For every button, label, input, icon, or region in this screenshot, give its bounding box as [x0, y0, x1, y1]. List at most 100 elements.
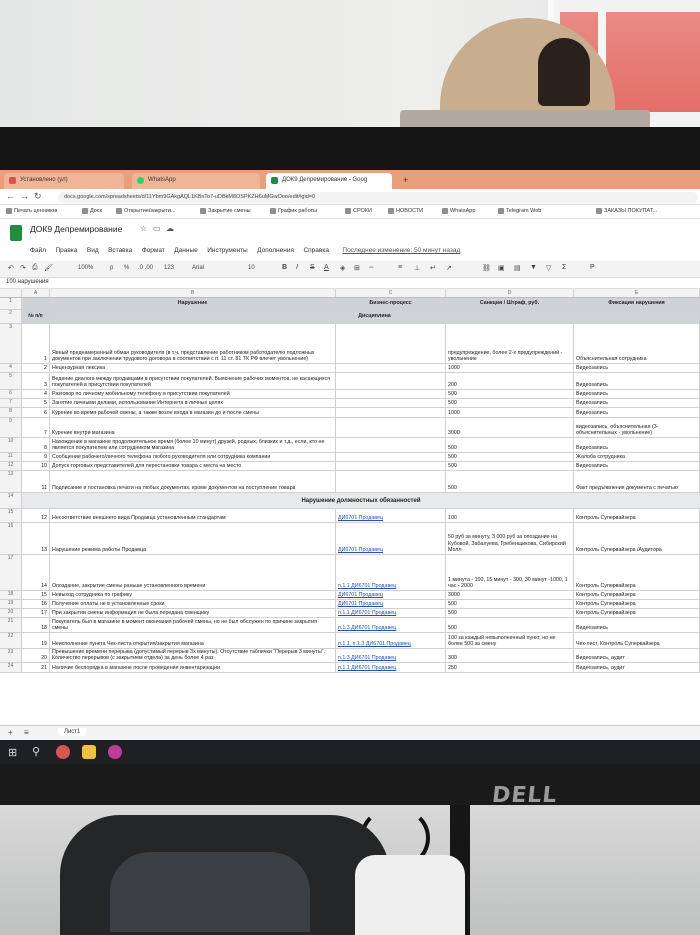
row-number[interactable]: 24 [0, 663, 22, 672]
number-cell[interactable]: 2 [22, 364, 50, 372]
process-cell[interactable] [336, 418, 446, 437]
chrome-icon[interactable] [56, 745, 70, 759]
violation-cell[interactable]: Покупатель был в магазине в момент оконч… [50, 618, 336, 632]
fixation-cell[interactable]: Контроль Супервайзера [574, 591, 700, 599]
number-cell[interactable]: 1 [22, 324, 50, 363]
formula-content[interactable]: 100 нарушения [6, 279, 49, 285]
number-cell[interactable]: 17 [22, 609, 50, 617]
sanction-cell[interactable]: 500 [446, 390, 574, 398]
process-cell[interactable] [336, 324, 446, 363]
menu-format[interactable]: Формат [142, 247, 165, 254]
percent-button[interactable]: % [124, 265, 129, 271]
sanction-cell[interactable]: 3000 [446, 418, 574, 437]
violation-cell[interactable]: При закрытии смены информация не была пе… [50, 609, 336, 617]
sanction-cell[interactable]: 500 [446, 471, 574, 492]
row-number[interactable]: 20 [0, 609, 22, 617]
text-color-button[interactable]: A [324, 264, 329, 271]
sanction-cell[interactable]: 50 руб за минуту, 3 000 руб за опоздание… [446, 523, 574, 554]
sanction-cell[interactable]: 500 [446, 609, 574, 617]
decimals-buttons[interactable]: .0 .00 [138, 265, 153, 271]
column-header[interactable]: B [50, 289, 336, 298]
menu-file[interactable]: Файл [30, 247, 46, 254]
row-number[interactable]: 11 [0, 453, 22, 461]
filter-views-icon[interactable]: ▽ [546, 264, 551, 272]
fixation-cell[interactable]: Видеозапись [574, 390, 700, 398]
process-cell[interactable] [336, 373, 446, 389]
browser-tab[interactable]: WhatsApp [132, 173, 260, 189]
header-cell[interactable] [22, 298, 50, 309]
violation-cell[interactable]: Невыход сотрудника по графику [50, 591, 336, 599]
input-tools-icon[interactable]: Ρ [590, 264, 595, 271]
row-number[interactable]: 7 [0, 399, 22, 407]
process-cell[interactable]: ДИ6701 Продавец [336, 509, 446, 522]
process-cell[interactable]: п.1.1 ДИ6701 Продавец [336, 663, 446, 672]
violation-cell[interactable]: Курение во время рабочей смены, а также … [50, 408, 336, 417]
violation-cell[interactable]: Занятие личными делами, использование Ин… [50, 399, 336, 407]
number-cell[interactable]: 7 [22, 418, 50, 437]
fixation-cell[interactable]: Чек-лист, Контроль Супервайзера [574, 633, 700, 648]
merge-icon[interactable]: ⇔ [368, 264, 375, 271]
row-number[interactable]: 1 [0, 298, 22, 309]
row-number[interactable]: 21 [0, 618, 22, 632]
row-number[interactable]: 5 [0, 373, 22, 389]
process-cell[interactable]: п.1.1 ДИ6701 Продавец [336, 555, 446, 590]
sanction-cell[interactable]: 1 минута - 100, 15 минут - 300, 30 минут… [446, 555, 574, 590]
row-number[interactable]: 9 [0, 418, 22, 437]
font-select[interactable]: Arial [192, 265, 204, 271]
process-cell[interactable] [336, 453, 446, 461]
violation-cell[interactable]: Опоздание, закрытие смены раньше установ… [50, 555, 336, 590]
column-header[interactable]: D [446, 289, 574, 298]
url-field[interactable]: docs.google.com/spreadsheets/d/11Ybm9GAk… [58, 192, 698, 203]
bookmark-item[interactable]: WhatsApp [442, 208, 475, 214]
filter-icon[interactable]: ▼ [530, 264, 537, 271]
process-cell[interactable]: ДИ6701 Продавец [336, 600, 446, 608]
bookmark-item[interactable]: Telegram Web [498, 208, 541, 214]
zoom-select[interactable]: 100% [78, 265, 93, 271]
row-number[interactable]: 18 [0, 591, 22, 599]
section-duties[interactable]: Нарушение должностных обязанностей [22, 493, 700, 508]
sanction-cell[interactable]: предупреждение, более 2-х предупреждений… [446, 324, 574, 363]
number-cell[interactable]: 3 [22, 373, 50, 389]
fixation-cell[interactable]: Видеозапись [574, 438, 700, 452]
section-discipline[interactable]: Дисциплина [50, 310, 700, 323]
sanction-cell[interactable]: 3000 [446, 591, 574, 599]
column-header[interactable]: E [574, 289, 700, 298]
violation-cell[interactable]: Явный преднамеренный обман руководителя … [50, 324, 336, 363]
bookmark-item[interactable]: СРОКИ [345, 208, 372, 214]
back-icon[interactable]: ← [6, 191, 15, 201]
violation-cell[interactable]: Получение оплаты не в установленные срок… [50, 600, 336, 608]
fixation-cell[interactable]: Контроль Супервайзера [574, 509, 700, 522]
sanction-cell[interactable]: 500 [446, 453, 574, 461]
fixation-cell[interactable]: Контроль Супервайзера [574, 555, 700, 590]
row-number[interactable]: 16 [0, 523, 22, 554]
sanction-cell[interactable]: 300 [446, 649, 574, 662]
number-cell[interactable]: 14 [22, 555, 50, 590]
bookmark-item[interactable]: НОВОСТИ [388, 208, 423, 214]
process-cell[interactable] [336, 408, 446, 417]
redo-icon[interactable]: ↷ [20, 264, 26, 272]
violation-cell[interactable]: Несоответствие внешнего вида Продавца ус… [50, 509, 336, 522]
fixation-cell[interactable]: Контроль Супервайзера /Аудитора [574, 523, 700, 554]
process-cell[interactable] [336, 364, 446, 372]
violation-cell[interactable]: Нахождение в магазине продолжительное вр… [50, 438, 336, 452]
strikethrough-button[interactable]: S [310, 264, 315, 271]
process-cell[interactable]: ДИ6701 Продавец [336, 523, 446, 554]
fixation-cell[interactable]: Объяснительная сотрудника [574, 324, 700, 363]
number-cell[interactable]: 8 [22, 438, 50, 452]
menu-data[interactable]: Данные [174, 247, 197, 254]
fixation-cell[interactable]: Видеозапись [574, 399, 700, 407]
process-cell[interactable] [336, 390, 446, 398]
fixation-cell[interactable]: Видеозапись, аудит [574, 663, 700, 672]
rotate-icon[interactable]: ↗ [446, 264, 452, 272]
sanction-cell[interactable]: 100 [446, 509, 574, 522]
fixation-cell[interactable]: Видеозапись [574, 618, 700, 632]
header-cell[interactable]: Бизнес-процесс [336, 298, 446, 309]
last-edit-link[interactable]: Последнее изменение: 50 минут назад [342, 247, 460, 254]
header-cell[interactable]: Фиксация нарушения [574, 298, 700, 309]
number-cell[interactable]: 16 [22, 600, 50, 608]
number-cell[interactable]: 13 [22, 523, 50, 554]
number-cell[interactable]: 19 [22, 633, 50, 648]
explorer-icon[interactable] [82, 745, 96, 759]
menu-addons[interactable]: Дополнения [257, 247, 294, 254]
borders-icon[interactable]: ⊞ [354, 264, 360, 272]
